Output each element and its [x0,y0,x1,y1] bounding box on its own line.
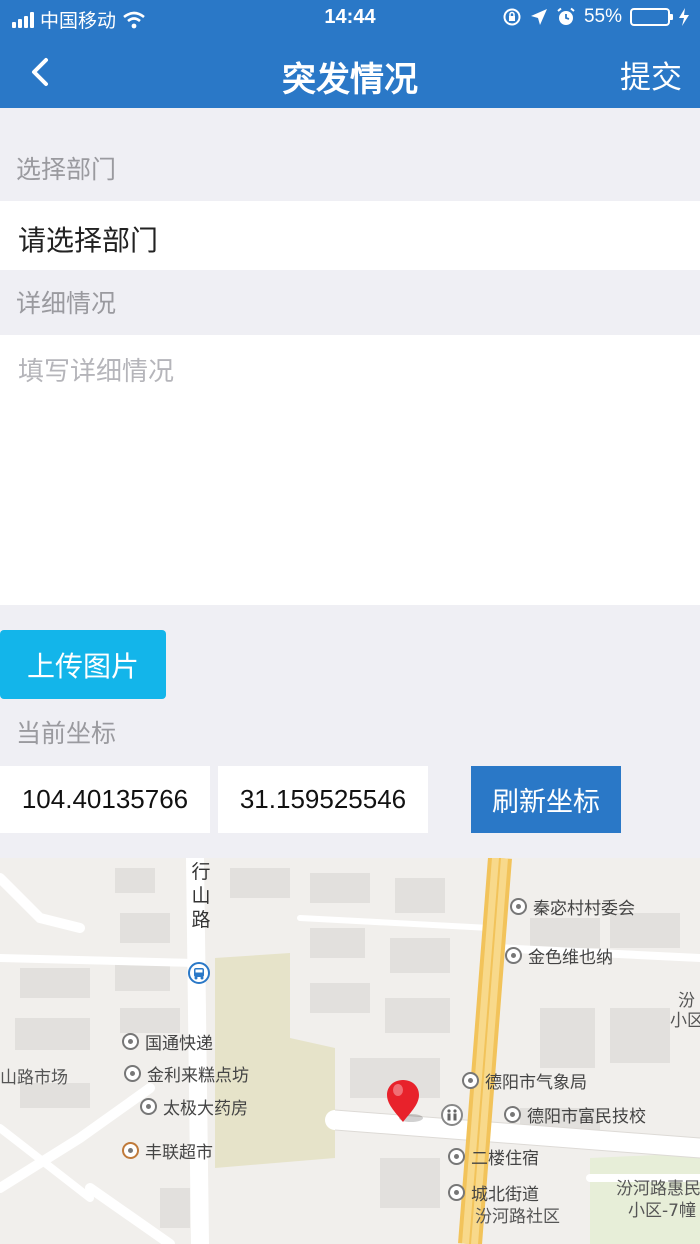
battery-percent: 55% [583,6,622,27]
upload-image-button[interactable]: 上传图片 [0,630,166,699]
building-icon [448,1148,465,1165]
department-select[interactable]: 请选择部门 [0,201,700,270]
department-select-text: 请选择部门 [18,224,159,257]
longitude-field[interactable]: 104.40135766 [0,766,210,833]
poi-item[interactable]: 德阳市富民技校 [504,1102,646,1127]
alarm-icon [557,7,575,25]
poi-marker-icon [510,898,527,915]
battery-icon [630,8,673,26]
detail-textarea[interactable]: 填写详细情况 [0,335,700,605]
poi-item[interactable]: 金利来糕点坊 [124,1061,249,1086]
detail-label: 详细情况 [16,289,117,318]
page-title: 突发情况 [282,60,418,100]
building-icon [505,947,522,964]
back-chevron-icon[interactable] [22,52,62,92]
pill-icon [140,1098,157,1115]
poi-item[interactable]: 秦宓村村委会 [510,894,635,919]
road-label: 行山路 [191,861,211,931]
rotation-lock-icon [503,8,521,26]
school-icon [504,1106,521,1123]
location-arrow-icon [530,9,547,25]
poi-marker-icon [462,1072,479,1089]
cart-icon [122,1142,139,1159]
latitude-field[interactable]: 31.159525546 [218,766,428,833]
poi-item[interactable]: 国通快递 [122,1029,213,1054]
building-icon [448,1184,465,1201]
poi-label: 汾河路社区 [475,1207,560,1227]
department-label: 选择部门 [16,155,117,184]
charging-icon [679,8,689,26]
restroom-icon[interactable] [441,1104,463,1126]
map-area-label: 小区 [670,1011,700,1031]
bus-stop-icon[interactable] [188,962,210,984]
poi-marker-icon [122,1033,139,1050]
nav-bar: 突发情况 提交 [0,36,700,108]
status-right: 55% [502,6,690,28]
status-bar: 中国移动 14:44 55% [0,0,700,36]
map-area-label: 小区-7幢 [628,1201,696,1221]
poi-item[interactable]: 太极大药房 [140,1094,248,1119]
poi-marker-icon [124,1065,141,1082]
poi-item[interactable]: 金色维也纳 [505,943,613,968]
poi-item[interactable]: 德阳市气象局 [462,1068,587,1093]
poi-item[interactable]: 二楼住宿 [448,1144,539,1169]
map-area-label: 山路市场 [0,1068,68,1088]
detail-placeholder: 填写详细情况 [18,357,175,387]
map-view[interactable]: 行山路 秦宓村村委会 金色维也纳 国通快递 金利来糕点坊 太极大药房 丰联超市 … [0,858,700,1244]
poi-item[interactable]: 丰联超市 [122,1138,213,1163]
refresh-coord-button[interactable]: 刷新坐标 [471,766,621,833]
submit-button[interactable]: 提交 [620,52,682,97]
coord-label: 当前坐标 [16,719,117,748]
location-pin-icon[interactable] [383,1078,427,1128]
